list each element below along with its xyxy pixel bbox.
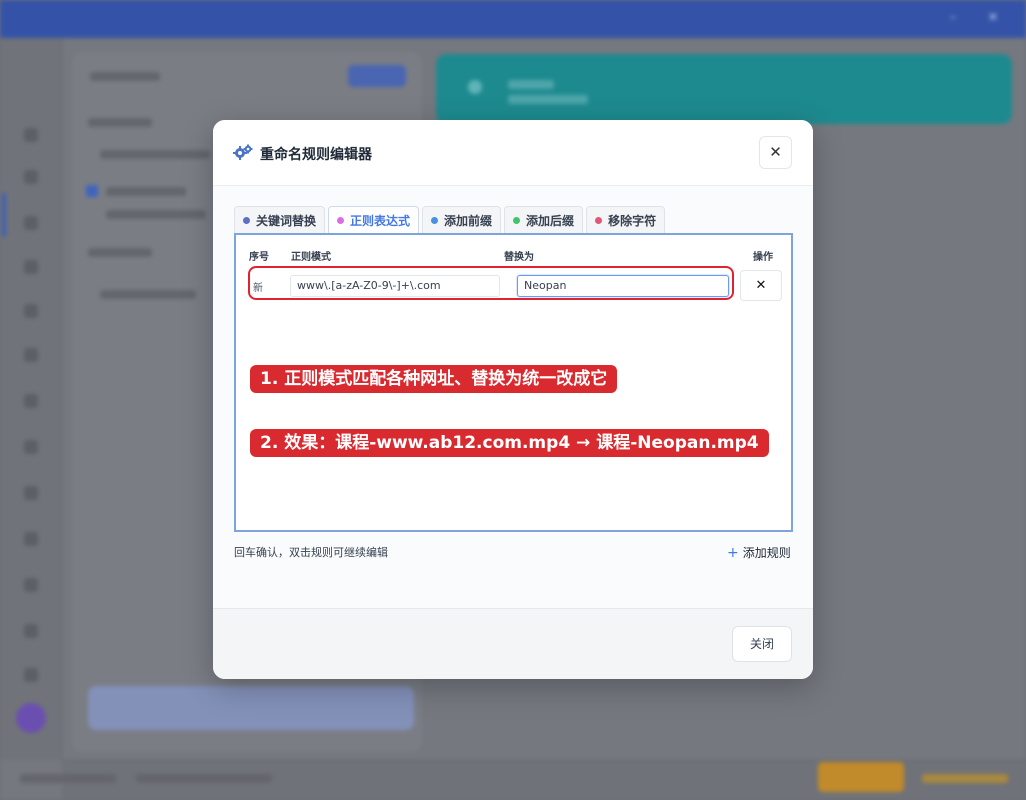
tab-label: 添加后缀: [526, 213, 575, 228]
column-header-pattern: 正则模式: [291, 252, 331, 263]
background-button: [88, 686, 414, 730]
column-header-replace: 替换为: [504, 252, 534, 263]
tab-add-suffix[interactable]: 添加后缀: [504, 206, 584, 233]
dialog-close-button[interactable]: ✕: [759, 136, 792, 169]
background-text: [508, 95, 588, 104]
column-header-action: 操作: [753, 252, 773, 263]
sidebar-icon: [24, 394, 38, 408]
dialog-content: 关键词替换 正则表达式 添加前缀 添加后缀 移除字符 序号 正则模式 替换为 操…: [213, 186, 813, 608]
sidebar-icon: [24, 578, 38, 592]
minimize-icon: –: [950, 10, 956, 24]
rename-rule-editor-dialog: 重命名规则编辑器 ✕ 关键词替换 正则表达式 添加前缀 添加后缀 移除字符 序号…: [213, 120, 813, 679]
close-icon: ✕: [755, 278, 767, 293]
background-action-button: [818, 762, 904, 792]
sidebar-icon: [24, 304, 38, 318]
sidebar-icon: [24, 348, 38, 362]
tab-label: 正则表达式: [350, 213, 411, 228]
sidebar-icon: [24, 260, 38, 274]
dialog-header: 重命名规则编辑器 ✕: [213, 120, 813, 186]
highlight-frame: [248, 266, 734, 300]
tab-keyword-replace[interactable]: 关键词替换: [234, 206, 326, 233]
close-window-icon: ✕: [987, 10, 999, 24]
background-sidebar: [0, 38, 62, 760]
tab-dot-icon: [595, 216, 603, 224]
background-checkbox: [86, 185, 98, 197]
sidebar-icon: [24, 440, 38, 454]
tab-remove-chars[interactable]: 移除字符: [586, 206, 666, 233]
background-text: [20, 774, 116, 783]
tab-dot-icon: [337, 216, 345, 224]
sidebar-icon: [24, 532, 38, 546]
annotation-callout: 2. 效果：课程-www.ab12.com.mp4 → 课程-Neopan.mp…: [250, 429, 769, 457]
background-text: [106, 187, 186, 196]
background-text: [100, 150, 210, 159]
dialog-title: 重命名规则编辑器: [260, 147, 372, 163]
tab-dot-icon: [243, 216, 250, 224]
dialog-footer: 关闭: [213, 608, 813, 679]
annotation-callout: 1. 正则模式匹配各种网址、替换为统一改成它: [250, 365, 618, 393]
background-text: [90, 72, 160, 81]
close-icon: ✕: [769, 143, 782, 161]
background-text: [922, 774, 1008, 783]
sidebar-icon: [24, 170, 38, 184]
background-text: [88, 248, 152, 257]
avatar: [16, 703, 46, 733]
background-text: [106, 210, 206, 219]
add-rule-label: 添加规则: [742, 546, 791, 560]
tab-regex[interactable]: 正则表达式: [328, 206, 420, 233]
background-banner-icon: [468, 80, 482, 94]
background-text: [100, 290, 196, 299]
sidebar-icon: [24, 486, 38, 500]
plus-icon: +: [727, 544, 739, 561]
background-titlebar: [0, 0, 1026, 38]
background-chip: [348, 65, 406, 87]
column-header-index: 序号: [249, 252, 269, 263]
tab-label: 关键词替换: [256, 213, 317, 228]
add-rule-button[interactable]: + 添加规则: [727, 544, 791, 561]
tab-label: 移除字符: [608, 213, 657, 228]
background-text: [88, 118, 152, 127]
tab-add-prefix[interactable]: 添加前缀: [422, 206, 502, 233]
sidebar-active-indicator: [2, 193, 6, 237]
background-banner: [436, 54, 1012, 124]
tab-dot-icon: [513, 216, 521, 224]
sidebar-icon: [24, 668, 38, 682]
hint-text: 回车确认，双击规则可继续编辑: [234, 546, 388, 559]
close-button[interactable]: 关闭: [732, 626, 792, 662]
gears-icon: [233, 144, 253, 160]
background-text: [508, 80, 554, 89]
sidebar-icon: [24, 216, 38, 230]
tab-dot-icon: [431, 216, 439, 224]
tab-label: 添加前缀: [444, 213, 493, 228]
delete-rule-button[interactable]: ✕: [740, 270, 782, 301]
rule-type-tabs: 关键词替换 正则表达式 添加前缀 添加后缀 移除字符: [234, 206, 666, 233]
sidebar-icon: [24, 624, 38, 638]
sidebar-icon: [24, 128, 38, 142]
background-text: [136, 774, 272, 783]
